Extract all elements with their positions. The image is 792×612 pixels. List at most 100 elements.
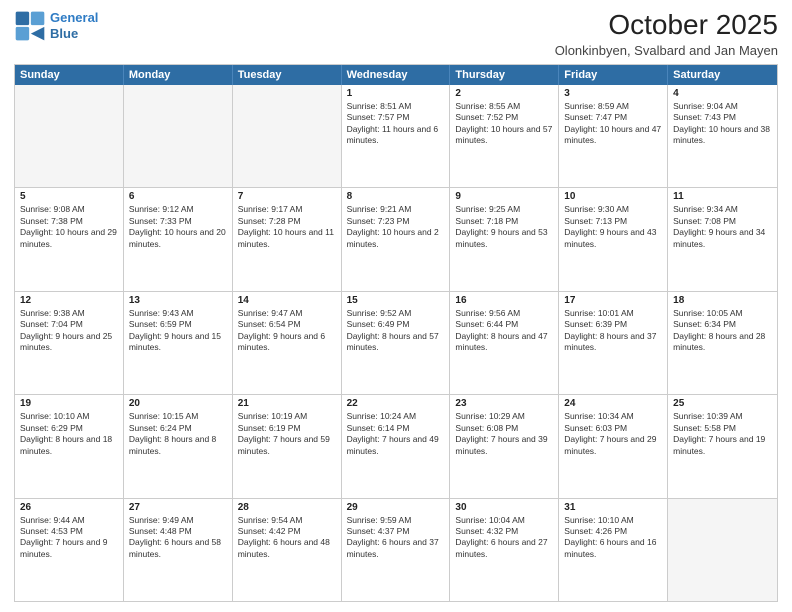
empty-cell: [233, 85, 342, 187]
day-number: 10: [564, 191, 662, 202]
day-cell-27: 27 Sunrise: 9:49 AMSunset: 4:48 PMDayligh…: [124, 499, 233, 601]
day-cell-25: 25Sunrise: 10:39 AMSunset: 5:58 PMDaylig…: [668, 395, 777, 497]
day-cell-11: 11 Sunrise: 9:34 AMSunset: 7:08 PMDayligh…: [668, 188, 777, 290]
daylight-text: Daylight: 10 hours and 20 minutes.: [129, 227, 227, 250]
location-title: Olonkinbyen, Svalbard and Jan Mayen: [555, 43, 778, 58]
daylight-text: Daylight: 10 hours and 29 minutes.: [20, 227, 118, 250]
daylight-text: Daylight: 6 hours and 58 minutes.: [129, 537, 227, 560]
daylight-text: Daylight: 10 hours and 11 minutes.: [238, 227, 336, 250]
sunset-text: Sunset: 4:26 PM: [564, 526, 662, 537]
sunset-text: Sunset: 6:14 PM: [347, 423, 445, 434]
day-number: 21: [238, 398, 336, 409]
daylight-text: Daylight: 7 hours and 29 minutes.: [564, 434, 662, 457]
title-block: October 2025 Olonkinbyen, Svalbard and J…: [555, 10, 778, 58]
day-number: 1: [347, 88, 445, 99]
daylight-text: Daylight: 6 hours and 16 minutes.: [564, 537, 662, 560]
sunrise-text: Sunrise: 9:12 AM: [129, 204, 227, 215]
sunset-text: Sunset: 6:34 PM: [673, 319, 772, 330]
daylight-text: Daylight: 9 hours and 25 minutes.: [20, 331, 118, 354]
calendar-row-1: 1Sunrise: 8:51 AMSunset: 7:57 PMDaylight…: [15, 85, 777, 187]
sunrise-text: Sunrise: 9:56 AM: [455, 308, 553, 319]
sunset-text: Sunset: 7:18 PM: [455, 216, 553, 227]
daylight-text: Daylight: 10 hours and 47 minutes.: [564, 124, 662, 147]
page: General Blue October 2025 Olonkinbyen, S…: [0, 0, 792, 612]
logo-blue: Blue: [50, 26, 78, 41]
day-number: 14: [238, 295, 336, 306]
daylight-text: Daylight: 8 hours and 28 minutes.: [673, 331, 772, 354]
day-number: 29: [347, 502, 445, 513]
day-number: 24: [564, 398, 662, 409]
calendar-row-4: 19Sunrise: 10:10 AMSunset: 6:29 PMDaylig…: [15, 394, 777, 497]
day-header-saturday: Saturday: [668, 65, 777, 85]
day-number: 16: [455, 295, 553, 306]
daylight-text: Daylight: 6 hours and 48 minutes.: [238, 537, 336, 560]
sunset-text: Sunset: 7:28 PM: [238, 216, 336, 227]
sunset-text: Sunset: 7:23 PM: [347, 216, 445, 227]
day-number: 17: [564, 295, 662, 306]
sunrise-text: Sunrise: 9:04 AM: [673, 101, 772, 112]
day-number: 27: [129, 502, 227, 513]
day-number: 9: [455, 191, 553, 202]
calendar-header: SundayMondayTuesdayWednesdayThursdayFrid…: [15, 65, 777, 85]
day-number: 5: [20, 191, 118, 202]
day-cell-14: 14Sunrise: 9:47 AMSunset: 6:54 PMDayligh…: [233, 292, 342, 394]
day-number: 2: [455, 88, 553, 99]
sunrise-text: Sunrise: 9:08 AM: [20, 204, 118, 215]
day-number: 4: [673, 88, 772, 99]
sunrise-text: Sunrise: 8:55 AM: [455, 101, 553, 112]
daylight-text: Daylight: 8 hours and 37 minutes.: [564, 331, 662, 354]
sunrise-text: Sunrise: 10:24 AM: [347, 411, 445, 422]
sunset-text: Sunset: 7:04 PM: [20, 319, 118, 330]
sunset-text: Sunset: 4:48 PM: [129, 526, 227, 537]
daylight-text: Daylight: 7 hours and 19 minutes.: [673, 434, 772, 457]
daylight-text: Daylight: 9 hours and 6 minutes.: [238, 331, 336, 354]
sunset-text: Sunset: 5:58 PM: [673, 423, 772, 434]
day-number: 22: [347, 398, 445, 409]
sunrise-text: Sunrise: 9:43 AM: [129, 308, 227, 319]
sunrise-text: Sunrise: 9:49 AM: [129, 515, 227, 526]
sunrise-text: Sunrise: 9:34 AM: [673, 204, 772, 215]
sunset-text: Sunset: 7:47 PM: [564, 112, 662, 123]
sunset-text: Sunset: 4:53 PM: [20, 526, 118, 537]
daylight-text: Daylight: 7 hours and 49 minutes.: [347, 434, 445, 457]
sunset-text: Sunset: 7:57 PM: [347, 112, 445, 123]
day-cell-8: 8Sunrise: 9:21 AMSunset: 7:23 PMDaylight…: [342, 188, 451, 290]
daylight-text: Daylight: 9 hours and 34 minutes.: [673, 227, 772, 250]
day-header-wednesday: Wednesday: [342, 65, 451, 85]
day-number: 11: [673, 191, 772, 202]
day-cell-22: 22 Sunrise: 10:24 AMSunset: 6:14 PMDaylig…: [342, 395, 451, 497]
day-cell-21: 21Sunrise: 10:19 AMSunset: 6:19 PMDaylig…: [233, 395, 342, 497]
logo-text: General Blue: [50, 10, 98, 41]
day-header-friday: Friday: [559, 65, 668, 85]
day-header-tuesday: Tuesday: [233, 65, 342, 85]
day-cell-29: 29Sunrise: 9:59 AMSunset: 4:37 PMDayligh…: [342, 499, 451, 601]
sunrise-text: Sunrise: 10:15 AM: [129, 411, 227, 422]
logo-general: General: [50, 10, 98, 25]
day-cell-3: 3Sunrise: 8:59 AMSunset: 7:47 PMDaylight…: [559, 85, 668, 187]
sunset-text: Sunset: 7:08 PM: [673, 216, 772, 227]
daylight-text: Daylight: 6 hours and 37 minutes.: [347, 537, 445, 560]
day-number: 28: [238, 502, 336, 513]
day-cell-18: 18Sunrise: 10:05 AMSunset: 6:34 PMDaylig…: [668, 292, 777, 394]
sunrise-text: Sunrise: 10:10 AM: [564, 515, 662, 526]
daylight-text: Daylight: 7 hours and 39 minutes.: [455, 434, 553, 457]
sunset-text: Sunset: 4:42 PM: [238, 526, 336, 537]
day-number: 20: [129, 398, 227, 409]
sunrise-text: Sunrise: 9:54 AM: [238, 515, 336, 526]
daylight-text: Daylight: 8 hours and 8 minutes.: [129, 434, 227, 457]
day-number: 13: [129, 295, 227, 306]
empty-cell: [668, 499, 777, 601]
day-cell-13: 13Sunrise: 9:43 AMSunset: 6:59 PMDayligh…: [124, 292, 233, 394]
sunset-text: Sunset: 7:43 PM: [673, 112, 772, 123]
daylight-text: Daylight: 9 hours and 43 minutes.: [564, 227, 662, 250]
day-number: 18: [673, 295, 772, 306]
calendar-body: 1Sunrise: 8:51 AMSunset: 7:57 PMDaylight…: [15, 85, 777, 601]
sunset-text: Sunset: 6:24 PM: [129, 423, 227, 434]
empty-cell: [124, 85, 233, 187]
sunset-text: Sunset: 6:54 PM: [238, 319, 336, 330]
sunset-text: Sunset: 6:08 PM: [455, 423, 553, 434]
day-number: 19: [20, 398, 118, 409]
sunset-text: Sunset: 7:38 PM: [20, 216, 118, 227]
sunrise-text: Sunrise: 10:39 AM: [673, 411, 772, 422]
empty-cell: [15, 85, 124, 187]
